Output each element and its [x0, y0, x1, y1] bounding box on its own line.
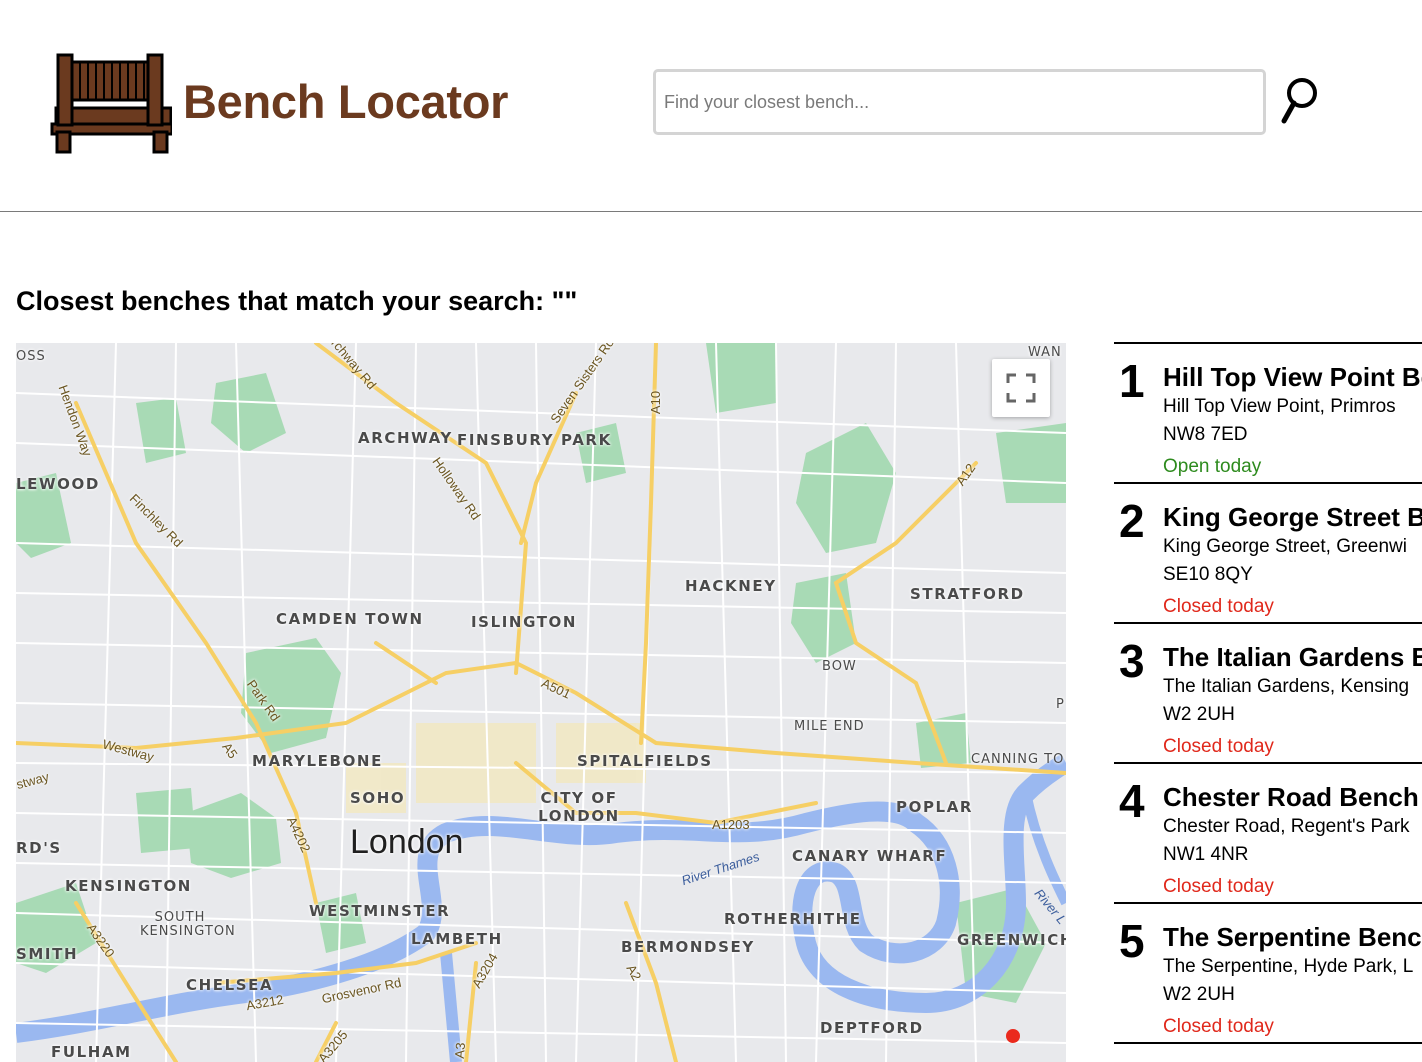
map-area-label: HACKNEY [685, 577, 777, 595]
map-area-label: CHELSEA [186, 976, 274, 994]
result-status: Closed today [1163, 736, 1274, 757]
brand-title[interactable]: Bench Locator [183, 74, 508, 129]
result-name[interactable]: Chester Road Bench [1163, 782, 1419, 813]
map-area-label: WESTMINSTER [309, 902, 451, 920]
map-area-label: RD'S [16, 839, 62, 857]
map-area-label: ARCHWAY [358, 429, 453, 447]
map-area-label: MARYLEBONE [252, 752, 383, 770]
site-header: Bench Locator [0, 0, 1422, 212]
result-rank: 1 [1119, 355, 1145, 407]
result-status: Closed today [1163, 596, 1274, 617]
map-area-label: CANNING TO [971, 752, 1065, 767]
map-area-label: CANARY WHARF [792, 847, 948, 865]
magnifier-icon[interactable] [1278, 74, 1322, 126]
result-status: Open today [1163, 456, 1262, 477]
result-name[interactable]: Hill Top View Point Be [1163, 362, 1422, 393]
map-area-label: LEWOOD [16, 475, 100, 493]
result-address: The Italian Gardens, Kensing [1163, 676, 1410, 697]
map-area-label: ISLINGTON [471, 613, 578, 631]
result-address: Hill Top View Point, Primros [1163, 396, 1396, 417]
map-area-label: SOUTH KENSINGTON [140, 910, 236, 939]
map-area-label: BERMONDSEY [621, 938, 755, 956]
map-area-label: SMITH [16, 945, 79, 963]
result-status: Closed today [1163, 876, 1274, 897]
map-area-label: SOHO [350, 789, 406, 807]
map-area-label: ROTHERHITHE [724, 910, 862, 928]
location-marker[interactable] [1006, 1029, 1020, 1043]
search-input[interactable] [653, 69, 1266, 135]
result-rank: 3 [1119, 635, 1145, 687]
map-view[interactable]: ARCHWAY FINSBURY PARK HACKNEY STRATFORD … [16, 343, 1066, 1062]
result-rank: 4 [1119, 775, 1145, 827]
result-item[interactable]: 1 Hill Top View Point Be Hill Top View P… [1114, 342, 1422, 482]
map-area-label: LAMBETH [411, 930, 503, 948]
results-list: 1 Hill Top View Point Be Hill Top View P… [1114, 342, 1422, 1044]
result-item[interactable]: 3 The Italian Gardens B The Italian Gard… [1114, 622, 1422, 762]
map-area-label: BOW [822, 659, 857, 674]
map-area-label: CAMDEN TOWN [276, 610, 424, 628]
bench-icon[interactable] [48, 50, 172, 154]
map-area-label: SPITALFIELDS [577, 752, 713, 770]
result-postcode: W2 2UH [1163, 984, 1235, 1005]
result-rank: 5 [1119, 915, 1145, 967]
result-address: Chester Road, Regent's Park [1163, 816, 1410, 837]
result-item[interactable]: 5 The Serpentine Bench The Serpentine, H… [1114, 902, 1422, 1044]
map-city-label: London [350, 823, 464, 861]
map-area-label: OSS [16, 349, 46, 364]
result-name[interactable]: The Italian Gardens B [1163, 642, 1422, 673]
road-label: A10 [648, 390, 664, 415]
fullscreen-button[interactable] [992, 359, 1050, 417]
map-area-label: STRATFORD [910, 585, 1025, 603]
result-postcode: W2 2UH [1163, 704, 1235, 725]
result-postcode: NW8 7ED [1163, 424, 1248, 445]
result-item[interactable]: 2 King George Street Be King George Stre… [1114, 482, 1422, 622]
result-status: Closed today [1163, 1016, 1274, 1037]
result-address: King George Street, Greenwi [1163, 536, 1407, 557]
fullscreen-icon [1006, 373, 1036, 403]
road-label: A1203 [712, 817, 750, 832]
result-name[interactable]: King George Street Be [1163, 502, 1422, 533]
road-label: A3 [451, 1041, 469, 1060]
map-area-label: KENSINGTON [65, 877, 192, 895]
result-item[interactable]: 4 Chester Road Bench Chester Road, Regen… [1114, 762, 1422, 902]
map-area-label: WAN [1028, 345, 1062, 360]
results-heading: Closest benches that match your search: … [16, 286, 578, 316]
map-canvas [16, 343, 1066, 1062]
map-area-label: DEPTFORD [820, 1019, 924, 1037]
map-area-label: P [1056, 697, 1065, 712]
map-area-label: FINSBURY PARK [457, 431, 612, 449]
map-area-label: POPLAR [896, 798, 974, 816]
map-area-label: GREENWICH [957, 931, 1066, 949]
map-area-label: CITY OF LONDON [538, 789, 620, 825]
map-area-label: FULHAM [51, 1043, 132, 1061]
result-address: The Serpentine, Hyde Park, L [1163, 956, 1414, 977]
result-postcode: SE10 8QY [1163, 564, 1253, 585]
result-postcode: NW1 4NR [1163, 844, 1249, 865]
result-name[interactable]: The Serpentine Bench [1163, 922, 1422, 953]
map-area-label: MILE END [794, 719, 865, 734]
result-rank: 2 [1119, 495, 1145, 547]
